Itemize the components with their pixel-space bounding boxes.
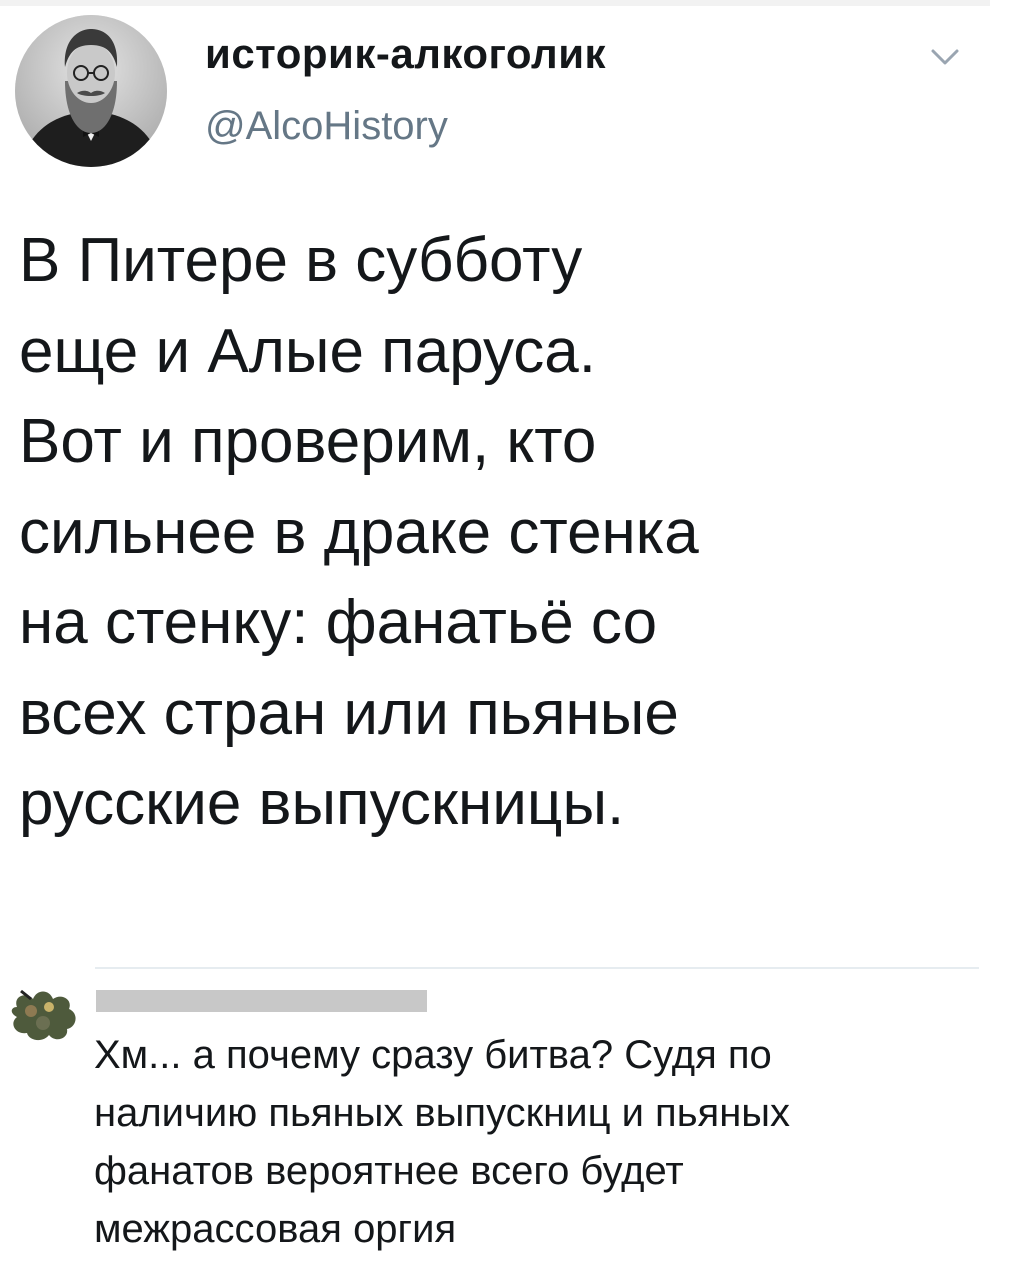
tweet-text-line: сильнее в драке стенка	[19, 497, 699, 567]
reply-avatar-icon	[11, 989, 76, 1041]
author-handle[interactable]: @AlcoHistory	[205, 104, 448, 149]
tweet-text-line: русские выпускницы.	[19, 769, 625, 838]
top-divider	[0, 0, 990, 6]
tweet-text-line: на стенку: фанатьё со	[19, 588, 658, 657]
reply-divider	[95, 967, 979, 969]
tweet-text-line: В Питере в субботу	[19, 226, 583, 295]
reply-author-redacted	[96, 990, 427, 1012]
tweet-text-line: Вот и проверим, кто	[19, 407, 597, 476]
reply-text-line: наличию пьяных выпускниц и пьяных	[94, 1091, 791, 1135]
tweet-text-line: всех стран или пьяные	[19, 678, 679, 748]
reply-text-line: фанатов вероятнее всего будет	[94, 1149, 684, 1193]
chevron-down-icon	[931, 49, 959, 65]
tweet-text-line: еще и Алые паруса.	[19, 316, 597, 386]
reply-text: Хм... а почему сразу битва? Судя по нали…	[94, 1026, 1014, 1258]
tweet-menu-button[interactable]	[925, 42, 965, 72]
tweet-text: В Питере в субботу еще и Алые паруса. Во…	[19, 216, 979, 850]
profile-portrait-icon	[15, 15, 167, 167]
reply-text-line: межрассовая оргия	[94, 1207, 457, 1251]
author-avatar[interactable]	[15, 15, 167, 167]
reply-text-line: Хм... а почему сразу битва? Судя по	[94, 1033, 772, 1077]
reply-avatar[interactable]	[3, 985, 81, 1045]
author-display-name[interactable]: историк-алкоголик	[205, 30, 606, 78]
